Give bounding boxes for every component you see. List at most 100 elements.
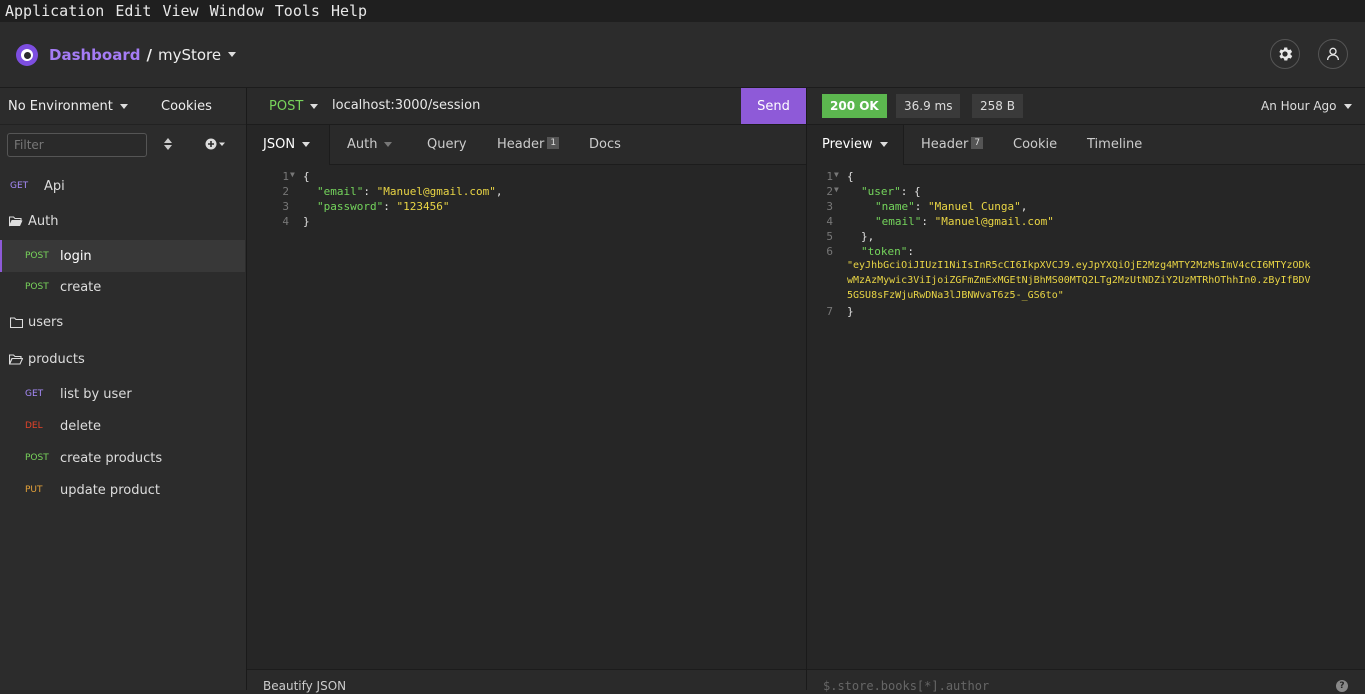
line-number: 2 bbox=[282, 185, 289, 198]
json-key: "email" bbox=[317, 185, 364, 198]
tab-timeline[interactable]: Timeline bbox=[1087, 137, 1142, 152]
request-item-update-product[interactable]: PUT update product bbox=[0, 480, 245, 500]
folder-open-icon bbox=[9, 353, 23, 365]
settings-button[interactable] bbox=[1270, 39, 1300, 69]
json-value: "123456" bbox=[396, 200, 450, 213]
response-history-selector[interactable]: An Hour Ago bbox=[1261, 99, 1352, 113]
tab-response-header[interactable]: Header 7 bbox=[921, 137, 984, 152]
history-label: An Hour Ago bbox=[1261, 99, 1337, 113]
chevron-down-icon bbox=[310, 104, 319, 109]
jsonpath-filter-input[interactable] bbox=[821, 678, 1225, 694]
chevron-down-icon[interactable] bbox=[228, 52, 237, 57]
json-key: "email" bbox=[875, 215, 922, 228]
top-header: Dashboard / myStore bbox=[0, 22, 1365, 88]
menu-application[interactable]: Application bbox=[0, 2, 110, 20]
response-status-bar: 200 OK 36.9 ms 258 B An Hour Ago bbox=[807, 88, 1365, 125]
breadcrumb-dashboard-link[interactable]: Dashboard bbox=[49, 46, 140, 64]
code-line: "name": "Manuel Cunga", bbox=[875, 200, 1028, 213]
tab-json[interactable]: JSON bbox=[263, 137, 311, 152]
gear-icon bbox=[1279, 47, 1293, 61]
request-label: create products bbox=[60, 450, 163, 466]
code-line: { bbox=[303, 170, 310, 183]
request-label: update product bbox=[60, 482, 160, 498]
method-selector[interactable]: POST bbox=[269, 99, 319, 114]
folder-item-products[interactable]: products bbox=[0, 349, 245, 369]
send-button[interactable]: Send bbox=[741, 88, 806, 124]
menu-edit[interactable]: Edit bbox=[110, 2, 157, 20]
line-number: 4 bbox=[282, 215, 289, 228]
add-icon[interactable] bbox=[205, 138, 227, 150]
tab-label: Header bbox=[497, 137, 545, 152]
method-badge: POST bbox=[25, 453, 49, 463]
workspace-selector[interactable]: myStore bbox=[158, 46, 221, 64]
request-item-api[interactable]: GET Api bbox=[0, 176, 245, 196]
tab-header[interactable]: Header 1 bbox=[497, 137, 560, 152]
beautify-json-button[interactable]: Beautify JSON bbox=[263, 679, 346, 693]
insomnia-logo-icon bbox=[16, 43, 38, 66]
request-item-list-by-user[interactable]: GET list by user bbox=[0, 384, 245, 404]
fold-arrow-icon[interactable]: ▼ bbox=[834, 185, 839, 194]
menu-tools[interactable]: Tools bbox=[270, 2, 326, 20]
json-value: "Manuel Cunga" bbox=[928, 200, 1021, 213]
fold-arrow-icon[interactable]: ▼ bbox=[834, 170, 839, 179]
menu-bar: Application Edit View Window Tools Help bbox=[0, 0, 1365, 22]
tab-cookie[interactable]: Cookie bbox=[1013, 137, 1057, 152]
folder-open-icon bbox=[9, 215, 23, 226]
line-number: 2 bbox=[826, 185, 833, 198]
fold-arrow-icon[interactable]: ▼ bbox=[290, 170, 295, 179]
tab-preview[interactable]: Preview bbox=[822, 137, 888, 152]
request-item-delete[interactable]: DEL delete bbox=[0, 416, 245, 436]
menu-window[interactable]: Window bbox=[205, 2, 270, 20]
chevron-down-icon bbox=[879, 142, 888, 147]
method-badge: PUT bbox=[25, 485, 43, 495]
chevron-down-icon bbox=[384, 142, 393, 147]
line-number: 3 bbox=[826, 200, 833, 213]
menu-help[interactable]: Help bbox=[326, 2, 373, 20]
line-number: 4 bbox=[826, 215, 833, 228]
method-badge: GET bbox=[25, 389, 44, 399]
json-key: "password" bbox=[317, 200, 384, 213]
menu-view[interactable]: View bbox=[157, 2, 204, 20]
tab-label: Header bbox=[921, 137, 969, 152]
line-number: 6 bbox=[826, 245, 833, 258]
tab-docs[interactable]: Docs bbox=[589, 137, 621, 152]
tab-label: Auth bbox=[347, 137, 378, 152]
filter-input[interactable] bbox=[7, 133, 147, 157]
method-badge: GET bbox=[10, 181, 29, 191]
request-item-create[interactable]: POST create bbox=[0, 277, 245, 297]
json-key: "user" bbox=[861, 185, 901, 198]
chevron-down-icon bbox=[1343, 104, 1352, 109]
breadcrumb-separator: / bbox=[146, 45, 152, 64]
tab-auth[interactable]: Auth bbox=[347, 137, 393, 152]
code-line: { bbox=[847, 170, 854, 183]
request-label: Api bbox=[44, 178, 65, 194]
request-item-login[interactable]: POST login bbox=[0, 240, 245, 272]
tab-query[interactable]: Query bbox=[427, 137, 467, 152]
response-footer: ? bbox=[807, 669, 1365, 694]
request-label: list by user bbox=[60, 386, 132, 402]
url-bar: POST Send bbox=[247, 88, 806, 125]
cookies-button[interactable]: Cookies bbox=[161, 99, 212, 114]
folder-item-users[interactable]: users bbox=[0, 312, 245, 332]
code-line: } bbox=[303, 215, 310, 228]
help-icon[interactable]: ? bbox=[1336, 680, 1348, 692]
json-key: "name" bbox=[875, 200, 915, 213]
request-label: delete bbox=[60, 418, 101, 434]
tab-label: Preview bbox=[822, 137, 873, 152]
environment-row: No Environment Cookies bbox=[0, 88, 246, 125]
line-number: 1 bbox=[282, 170, 289, 183]
account-button[interactable] bbox=[1318, 39, 1348, 69]
folder-item-auth[interactable]: Auth bbox=[0, 211, 245, 231]
method-badge: POST bbox=[25, 251, 49, 261]
url-input[interactable] bbox=[330, 97, 694, 114]
token-value-line: "eyJhbGciOiJIUzI1NiIsInR5cCI6IkpXVCJ9.ey… bbox=[847, 260, 1311, 271]
filter-row bbox=[0, 125, 246, 167]
chevron-down-icon bbox=[302, 142, 311, 147]
response-size-badge: 258 B bbox=[972, 94, 1023, 118]
environment-selector[interactable]: No Environment bbox=[8, 99, 128, 114]
request-tabs: JSON Auth Query Header 1 Docs bbox=[247, 125, 806, 165]
sort-icon[interactable] bbox=[164, 138, 172, 150]
folder-label: products bbox=[28, 351, 85, 367]
method-badge: POST bbox=[25, 282, 49, 292]
request-item-create-products[interactable]: POST create products bbox=[0, 448, 245, 468]
